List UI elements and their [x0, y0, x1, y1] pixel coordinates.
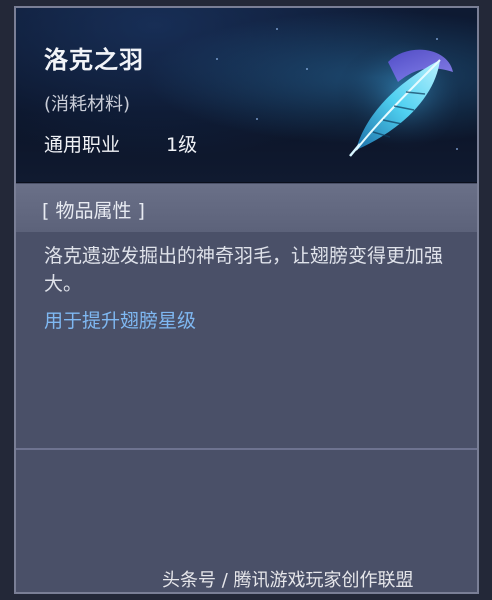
divider: [16, 448, 477, 450]
item-class: 通用职业: [44, 134, 121, 156]
star-decoration: [216, 58, 218, 60]
item-header: 洛克之羽 (消耗材料) 通用职业 1级: [16, 8, 477, 183]
star-decoration: [276, 28, 278, 30]
star-decoration: [256, 118, 258, 120]
item-name: 洛克之羽: [44, 46, 144, 74]
properties-section-title: [ 物品属性 ]: [42, 200, 145, 222]
item-type: (消耗材料): [44, 94, 131, 115]
item-level: 1级: [166, 134, 198, 156]
item-description: 洛克遗迹发掘出的神奇羽毛，让翅膀变得更加强大。: [44, 245, 444, 295]
watermark: 头条号 / 腾讯游戏玩家创作联盟: [162, 570, 414, 591]
star-decoration: [306, 68, 308, 70]
tooltip-frame: 洛克之羽 (消耗材料) 通用职业 1级 [物品属性] 洛克遗迹发掘出的神奇羽…: [0, 0, 492, 600]
star-decoration: [436, 38, 438, 40]
item-usage: 用于提升翅膀星级: [44, 310, 197, 332]
feather-icon: [328, 42, 460, 160]
item-tooltip-panel: 洛克之羽 (消耗材料) 通用职业 1级 [物品属性] 洛克遗迹发掘出的神奇羽…: [14, 6, 479, 594]
